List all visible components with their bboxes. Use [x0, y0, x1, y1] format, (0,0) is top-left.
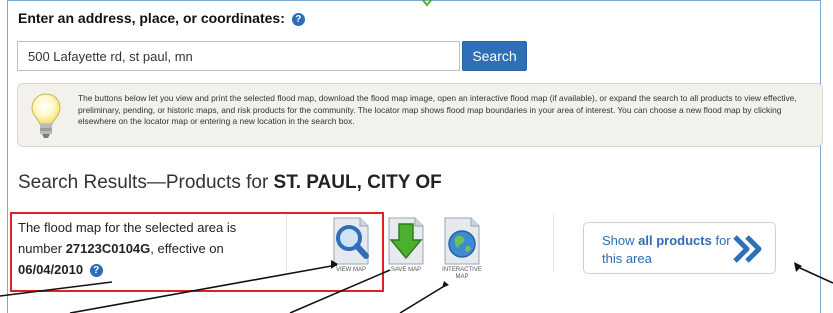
- flood-map-text-mid: , effective on: [150, 241, 224, 256]
- flood-map-description: The flood map for the selected area is n…: [18, 217, 278, 280]
- help-icon[interactable]: ?: [89, 264, 103, 278]
- help-icon[interactable]: ?: [291, 12, 305, 26]
- info-text: The buttons below let you view and print…: [78, 93, 797, 126]
- flood-map-effective-date: 06/04/2010: [18, 262, 84, 277]
- download-icon: [388, 217, 424, 265]
- results-heading-prefix: Search Results—Products for: [18, 172, 269, 193]
- interactive-map-label: INTERACTIVE MAP: [442, 267, 482, 280]
- arrow-down-icon: [421, 0, 433, 7]
- search-input[interactable]: [17, 41, 460, 71]
- results-heading: Search Results—Products for ST. PAUL, CI…: [18, 172, 442, 194]
- lightbulb-icon: [31, 93, 61, 138]
- search-button[interactable]: Search: [462, 41, 527, 71]
- view-map-icon: [333, 217, 369, 265]
- globe-icon: [444, 217, 480, 265]
- results-place: ST. PAUL, CITY OF: [273, 172, 442, 193]
- show-all-products-text: Show all products for this area: [602, 232, 742, 268]
- interactive-map-button[interactable]: INTERACTIVE MAP: [436, 216, 488, 281]
- save-map-button[interactable]: SAVE MAP: [380, 216, 432, 274]
- info-box: The buttons below let you view and print…: [17, 83, 823, 147]
- show-all-products-button[interactable]: Show all products for this area: [583, 222, 776, 274]
- flood-map-panel-number: 27123C0104G: [65, 241, 151, 256]
- divider: [286, 214, 287, 272]
- view-map-label: VIEW MAP: [335, 267, 366, 273]
- double-chevron-right-icon: [733, 235, 762, 263]
- show-all-prefix: Show: [602, 233, 635, 248]
- search-label: Enter an address, place, or coordinates:…: [18, 10, 305, 26]
- save-map-label: SAVE MAP: [390, 267, 422, 273]
- search-label-text: Enter an address, place, or coordinates:: [18, 10, 285, 26]
- view-map-button[interactable]: VIEW MAP: [325, 216, 377, 274]
- show-all-bold: all products: [638, 233, 712, 248]
- divider: [553, 214, 554, 272]
